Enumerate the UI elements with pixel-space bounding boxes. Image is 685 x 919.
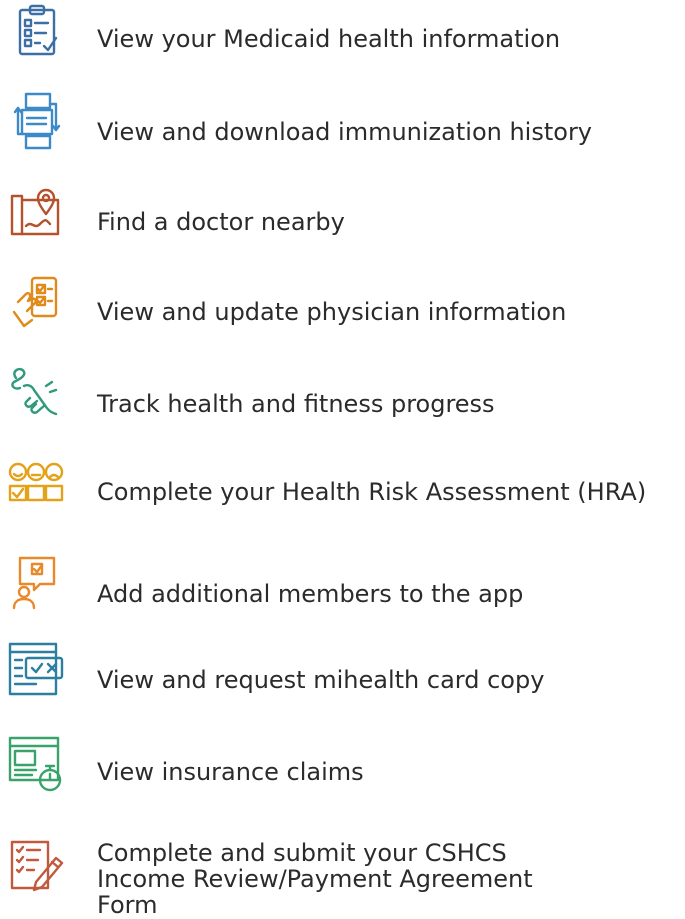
feature-label: View and update physician information xyxy=(97,298,567,326)
feature-item-fitness-progress[interactable]: Track health and fitness progress xyxy=(0,364,685,428)
feature-item-immunization-history[interactable]: View and download immunization history xyxy=(0,90,685,154)
browser-stopwatch-icon xyxy=(6,734,66,794)
feature-item-medicaid-info[interactable]: View your Medicaid health information xyxy=(0,2,685,66)
feature-label: Add additional members to the app xyxy=(97,580,524,608)
feature-label: Complete your Health Risk Assessment (HR… xyxy=(97,478,647,506)
feature-label: Track health and fitness progress xyxy=(97,390,495,418)
feature-item-insurance-claims[interactable]: View insurance claims xyxy=(0,734,685,798)
hand-phone-checklist-icon xyxy=(6,272,66,332)
feature-list: View your Medicaid health information Vi… xyxy=(0,0,685,918)
feature-label: View insurance claims xyxy=(97,758,364,786)
feature-item-hra[interactable]: Complete your Health Risk Assessment (HR… xyxy=(0,456,685,520)
form-pencil-icon xyxy=(6,834,66,894)
feature-item-physician-info[interactable]: View and update physician information xyxy=(0,272,685,336)
feature-item-find-doctor[interactable]: Find a doctor nearby xyxy=(0,184,685,248)
feature-label: View and request mihealth card copy xyxy=(97,666,545,694)
face-rating-icon xyxy=(6,456,66,516)
feature-item-cshcs-form[interactable]: Complete and submit your CSHCS Income Re… xyxy=(0,826,685,918)
browser-card-icon xyxy=(6,640,66,700)
map-pin-icon xyxy=(6,184,66,244)
feature-label: Complete and submit your CSHCS Income Re… xyxy=(97,839,533,919)
feature-item-mihealth-card[interactable]: View and request mihealth card copy xyxy=(0,640,685,704)
feature-label: View your Medicaid health information xyxy=(97,25,561,53)
hand-swipe-icon xyxy=(6,364,66,424)
feature-item-add-members[interactable]: Add additional members to the app xyxy=(0,552,685,616)
feature-label: Find a doctor nearby xyxy=(97,208,345,236)
feature-label: View and download immunization history xyxy=(97,118,593,146)
user-message-icon xyxy=(6,552,66,612)
document-transfer-icon xyxy=(6,90,66,150)
clipboard-checklist-icon xyxy=(6,2,66,62)
